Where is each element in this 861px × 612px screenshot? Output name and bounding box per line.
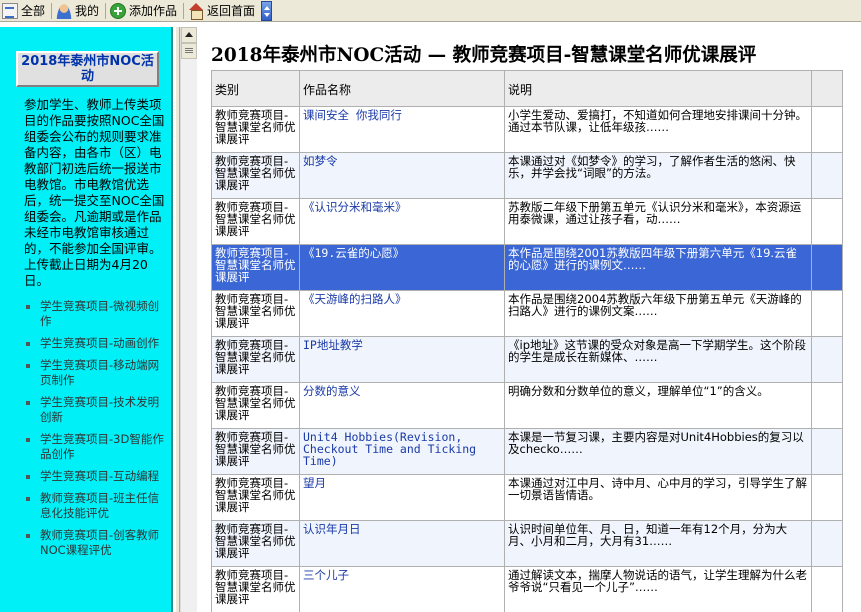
mine-button[interactable]: 我的 <box>54 1 103 21</box>
sidebar-scrollbar[interactable] <box>180 27 197 612</box>
category-cell: 教师竞赛项目-智慧课堂名师优课展评 <box>211 336 300 383</box>
work-name-link[interactable]: 如梦令 <box>299 152 505 199</box>
main-content: 2018年泰州市NOC活动 — 教师竞赛项目-智慧课堂名师优课展评 类别 作品名… <box>197 27 861 612</box>
work-name-link[interactable]: 分数的意义 <box>299 382 505 429</box>
work-name-link[interactable]: 《19.云雀的心愿》 <box>299 244 505 291</box>
description-cell: 通过解读文本，揣摩人物说话的语气，让学生理解为什么老爷爷说“只看见一个儿子”…… <box>504 566 812 612</box>
description-cell: 本课通过对《如梦令》的学习，了解作者生活的悠闲、快乐，并学会找“词眼”的方法。 <box>504 152 812 199</box>
sidebar-link[interactable]: 学生竞赛项目-动画创作 <box>24 336 167 351</box>
home-button[interactable]: 返回首面 <box>186 1 259 21</box>
table-row[interactable]: 教师竞赛项目-智慧课堂名师优课展评 《19.云雀的心愿》 本作品是围绕2001苏教版… <box>211 244 843 291</box>
home-icon <box>188 2 204 20</box>
category-cell: 教师竞赛项目-智慧课堂名师优课展评 <box>211 106 300 153</box>
mine-label: 我的 <box>75 4 100 18</box>
table-row[interactable]: 教师竞赛项目-智慧课堂名师优课展评 认识年月日 认识时间单位年、月、日，知道一年有1… <box>211 520 843 567</box>
category-cell: 教师竞赛项目-智慧课堂名师优课展评 <box>211 520 300 567</box>
category-cell: 教师竞赛项目-智慧课堂名师优课展评 <box>211 198 300 245</box>
description-cell: 认识时间单位年、月、日，知道一年有12个月，分为大月、小月和二月，大月有31…… <box>504 520 812 567</box>
work-name-link[interactable]: 课间安全 你我同行 <box>299 106 505 153</box>
scroll-up-icon[interactable] <box>181 27 197 43</box>
sidebar: 2018年泰州市NOC活动 参加学生、教师上传类项目的作品要按照NOC全国组委会… <box>0 27 173 612</box>
extra-cell <box>811 244 843 291</box>
sidebar-link-list: 学生竞赛项目-微视频创作 学生竞赛项目-动画创作 学生竞赛项目-移动端网页制作 学生竞… <box>24 299 167 558</box>
category-cell: 教师竞赛项目-智慧课堂名师优课展评 <box>211 290 300 337</box>
table-row[interactable]: 教师竞赛项目-智慧课堂名师优课展评 望月 本课通过对江中月、诗中月、心中月的学习，引… <box>211 474 843 521</box>
description-cell: 明确分数和分数单位的意义，理解单位“1”的含义。 <box>504 382 812 429</box>
category-cell: 教师竞赛项目-智慧课堂名师优课展评 <box>211 428 300 475</box>
category-cell: 教师竞赛项目-智慧课堂名师优课展评 <box>211 474 300 521</box>
work-name-link[interactable]: 三个儿子 <box>299 566 505 612</box>
extra-cell <box>811 290 843 337</box>
table-header-row: 类别 作品名称 说明 <box>211 70 843 107</box>
category-cell: 教师竞赛项目-智慧课堂名师优课展评 <box>211 382 300 429</box>
table-row[interactable]: 教师竞赛项目-智慧课堂名师优课展评 《天游峰的扫路人》 本作品是围绕2004苏教版六… <box>211 290 843 337</box>
description-cell: 苏教版二年级下册第五单元《认识分米和毫米》，本资源运用泰微课，通过让孩子看，动…… <box>504 198 812 245</box>
work-name-link[interactable]: 《认识分米和毫米》 <box>299 198 505 245</box>
sidebar-link[interactable]: 学生竞赛项目-微视频创作 <box>24 299 167 329</box>
extra-cell <box>811 382 843 429</box>
sidebar-link[interactable]: 学生竞赛项目-技术发明创新 <box>24 395 167 425</box>
description-cell: 《ip地址》这节课的受众对象是高一下学期学生。这个阶段的学生是成长在新媒体、…… <box>504 336 812 383</box>
sidebar-title: 2018年泰州市NOC活动 <box>16 51 159 87</box>
description-cell: 本作品是围绕2001苏教版四年级下册第六单元《19.云雀的心愿》进行的课例文…… <box>504 244 812 291</box>
table-row[interactable]: 教师竞赛项目-智慧课堂名师优课展评 三个儿子 通过解读文本，揣摩人物说话的语气，让学… <box>211 566 843 612</box>
toolbar-chevron-icon[interactable] <box>261 0 273 21</box>
column-header-name[interactable]: 作品名称 <box>299 70 505 107</box>
column-header-category[interactable]: 类别 <box>211 70 300 107</box>
user-icon <box>56 2 73 19</box>
table-row[interactable]: 教师竞赛项目-智慧课堂名师优课展评 《认识分米和毫米》 苏教版二年级下册第五单元《认… <box>211 198 843 245</box>
column-header-description[interactable]: 说明 <box>504 70 812 107</box>
work-name-link[interactable]: Unit4 Hobbies(Revision, Checkout Time an… <box>299 428 505 475</box>
sidebar-link[interactable]: 教师竞赛项目-创客教师NOC课程评优 <box>24 528 167 558</box>
table-row[interactable]: 教师竞赛项目-智慧课堂名师优课展评 分数的意义 明确分数和分数单位的意义，理解单位“… <box>211 382 843 429</box>
add-icon <box>110 2 127 19</box>
page-title: 2018年泰州市NOC活动 — 教师竞赛项目-智慧课堂名师优课展评 <box>211 45 757 66</box>
extra-cell <box>811 152 843 199</box>
sidebar-link[interactable]: 学生竞赛项目-移动端网页制作 <box>24 358 167 388</box>
description-cell: 本课是一节复习课，主要内容是对Unit4Hobbies的复习以及checko…… <box>504 428 812 475</box>
description-cell: 本课通过对江中月、诗中月、心中月的学习，引导学生了解一切景语皆情语。 <box>504 474 812 521</box>
all-label: 全部 <box>21 4 46 18</box>
extra-cell <box>811 106 843 153</box>
add-work-button[interactable]: 添加作品 <box>108 1 181 21</box>
extra-cell <box>811 566 843 612</box>
toolbar: 全部 我的 添加作品 返回首面 <box>0 0 861 22</box>
category-cell: 教师竞赛项目-智慧课堂名师优课展评 <box>211 152 300 199</box>
home-label: 返回首面 <box>207 4 256 18</box>
table-row[interactable]: 教师竞赛项目-智慧课堂名师优课展评 Unit4 Hobbies(Revision,… <box>211 428 843 475</box>
extra-cell <box>811 520 843 567</box>
scroll-thumb[interactable] <box>181 43 197 59</box>
extra-cell <box>811 474 843 521</box>
works-table-body: 教师竞赛项目-智慧课堂名师优课展评 课间安全 你我同行 小学生爱动、爱搞打，不知道如… <box>211 106 843 612</box>
sidebar-link[interactable]: 学生竞赛项目-3D智能作品创作 <box>24 432 167 462</box>
table-row[interactable]: 教师竞赛项目-智慧课堂名师优课展评 IP地址教学 《ip地址》这节课的受众对象是高一… <box>211 336 843 383</box>
work-name-link[interactable]: 《天游峰的扫路人》 <box>299 290 505 337</box>
works-table: 类别 作品名称 说明 教师竞赛项目-智慧课堂名师优课展评 课间安全 你我同行 小学生… <box>211 70 843 612</box>
sidebar-link[interactable]: 学生竞赛项目-互动编程 <box>24 469 167 484</box>
work-name-link[interactable]: 认识年月日 <box>299 520 505 567</box>
extra-cell <box>811 198 843 245</box>
category-cell: 教师竞赛项目-智慧课堂名师优课展评 <box>211 566 300 612</box>
extra-cell <box>811 336 843 383</box>
add-work-label: 添加作品 <box>129 4 178 18</box>
sidebar-link[interactable]: 教师竞赛项目-班主任信息化技能评优 <box>24 491 167 521</box>
extra-cell <box>811 428 843 475</box>
table-row[interactable]: 教师竞赛项目-智慧课堂名师优课展评 如梦令 本课通过对《如梦令》的学习，了解作者生活… <box>211 152 843 199</box>
sidebar-description: 参加学生、教师上传类项目的作品要按照NOC全国组委会公布的规则要求准备内容，由各… <box>24 97 165 288</box>
list-icon <box>2 2 18 19</box>
work-name-link[interactable]: IP地址教学 <box>299 336 505 383</box>
column-header-extra <box>811 70 843 107</box>
table-row[interactable]: 教师竞赛项目-智慧课堂名师优课展评 课间安全 你我同行 小学生爱动、爱搞打，不知道如… <box>211 106 843 153</box>
toolbar-separator <box>51 2 53 19</box>
toolbar-separator <box>183 2 185 19</box>
description-cell: 本作品是围绕2004苏教版六年级下册第五单元《天游峰的扫路人》进行的课例文案…… <box>504 290 812 337</box>
category-cell: 教师竞赛项目-智慧课堂名师优课展评 <box>211 244 300 291</box>
all-button[interactable]: 全部 <box>0 1 49 21</box>
description-cell: 小学生爱动、爱搞打，不知道如何合理地安排课间十分钟。通过本节队课，让低年级孩…… <box>504 106 812 153</box>
toolbar-separator <box>105 2 107 19</box>
work-name-link[interactable]: 望月 <box>299 474 505 521</box>
